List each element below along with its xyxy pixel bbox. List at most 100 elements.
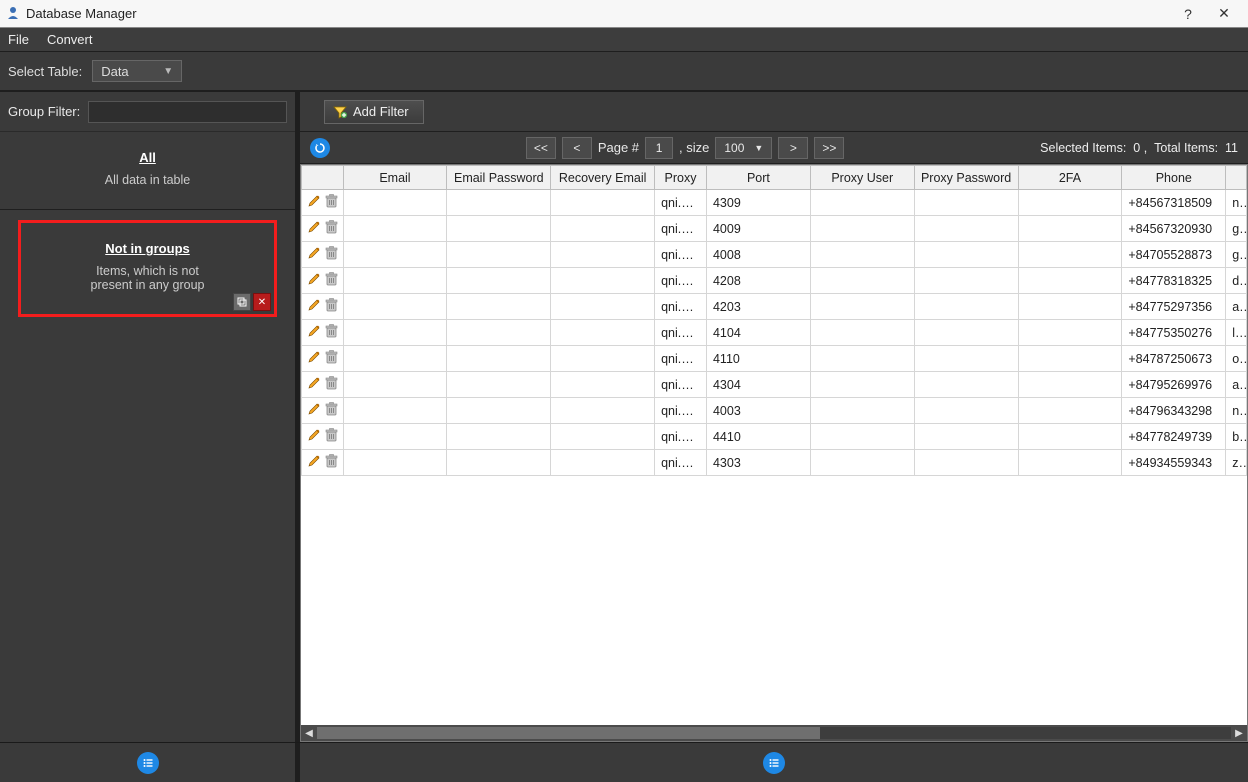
table-cell[interactable] — [1018, 320, 1122, 346]
table-cell[interactable] — [810, 424, 914, 450]
table-cell[interactable] — [1018, 190, 1122, 216]
table-row[interactable]: qni.d…4303+84934559343z20 — [302, 450, 1247, 476]
edit-icon[interactable] — [307, 194, 321, 211]
table-cell[interactable] — [447, 216, 551, 242]
trash-icon[interactable] — [325, 298, 338, 315]
table-row[interactable]: qni.d…4009+84567320930g4 — [302, 216, 1247, 242]
table-cell[interactable]: 4304 — [706, 372, 810, 398]
table-cell[interactable] — [551, 294, 655, 320]
table-row[interactable]: qni.d…4304+84795269976a9 — [302, 372, 1247, 398]
table-cell[interactable]: g4 — [1226, 216, 1247, 242]
table-cell[interactable]: qni.d… — [655, 190, 707, 216]
table-cell[interactable]: qni.d… — [655, 450, 707, 476]
trash-icon[interactable] — [325, 194, 338, 211]
table-cell[interactable]: qni.d… — [655, 346, 707, 372]
table-cell[interactable] — [343, 398, 447, 424]
table-cell[interactable]: 4208 — [706, 268, 810, 294]
table-cell[interactable]: 4003 — [706, 398, 810, 424]
table-row[interactable]: qni.d…4410+84778249739b6 — [302, 424, 1247, 450]
table-cell[interactable] — [343, 294, 447, 320]
table-cell[interactable] — [447, 190, 551, 216]
trash-icon[interactable] — [325, 246, 338, 263]
table-cell[interactable] — [447, 346, 551, 372]
table-cell[interactable] — [343, 372, 447, 398]
group-card-all[interactable]: All All data in table — [0, 132, 295, 210]
group-card-not-in-groups[interactable]: Not in groups Items, which is not presen… — [18, 220, 277, 317]
table-cell[interactable] — [447, 320, 551, 346]
trash-icon[interactable] — [325, 454, 338, 471]
trash-icon[interactable] — [325, 220, 338, 237]
table-cell[interactable] — [551, 268, 655, 294]
table-cell[interactable]: +84567320930 — [1122, 216, 1226, 242]
table-cell[interactable] — [551, 450, 655, 476]
trash-icon[interactable] — [325, 272, 338, 289]
table-cell[interactable] — [914, 216, 1018, 242]
table-cell[interactable] — [1018, 216, 1122, 242]
edit-icon[interactable] — [307, 220, 321, 237]
page-first-button[interactable]: << — [526, 137, 556, 159]
table-cell[interactable] — [914, 346, 1018, 372]
table-cell[interactable] — [343, 450, 447, 476]
edit-icon[interactable] — [307, 376, 321, 393]
table-cell[interactable]: qni.d… — [655, 242, 707, 268]
table-cell[interactable] — [551, 424, 655, 450]
table-cell[interactable]: qni.d… — [655, 398, 707, 424]
table-cell[interactable] — [343, 190, 447, 216]
edit-icon[interactable] — [307, 246, 321, 263]
table-cell[interactable]: +84796343298 — [1122, 398, 1226, 424]
table-cell[interactable] — [447, 424, 551, 450]
edit-icon[interactable] — [307, 298, 321, 315]
edit-icon[interactable] — [307, 454, 321, 471]
table-cell[interactable] — [810, 372, 914, 398]
table-cell[interactable]: 4009 — [706, 216, 810, 242]
footer-right-button[interactable] — [763, 752, 785, 774]
help-button[interactable]: ? — [1170, 6, 1206, 22]
delete-icon[interactable]: ✕ — [253, 293, 271, 311]
table-row[interactable]: qni.d…4208 +84778318325d5 — [302, 268, 1247, 294]
table-cell[interactable] — [1018, 398, 1122, 424]
column-header[interactable]: Email — [343, 166, 447, 190]
table-cell[interactable]: 4203 — [706, 294, 810, 320]
table-cell[interactable] — [914, 424, 1018, 450]
footer-left-button[interactable] — [137, 752, 159, 774]
table-cell[interactable] — [1018, 450, 1122, 476]
table-cell[interactable] — [343, 216, 447, 242]
edit-icon[interactable] — [307, 428, 321, 445]
table-cell[interactable]: d5 — [1226, 268, 1247, 294]
table-cell[interactable] — [914, 268, 1018, 294]
table-cell[interactable] — [914, 294, 1018, 320]
column-header[interactable] — [1226, 166, 1247, 190]
group-filter-input[interactable] — [88, 101, 287, 123]
table-cell[interactable] — [551, 190, 655, 216]
table-cell[interactable]: a9 — [1226, 294, 1247, 320]
table-cell[interactable]: +84778318325 — [1122, 268, 1226, 294]
column-header[interactable]: Phone — [1122, 166, 1226, 190]
table-cell[interactable]: +84934559343 — [1122, 450, 1226, 476]
table-cell[interactable] — [810, 268, 914, 294]
table-row[interactable]: qni.d…4003+84796343298n6 — [302, 398, 1247, 424]
scroll-left-icon[interactable]: ◀ — [301, 728, 317, 739]
table-cell[interactable] — [551, 372, 655, 398]
table-cell[interactable]: +84775297356 — [1122, 294, 1226, 320]
menu-file[interactable]: File — [8, 32, 29, 47]
table-cell[interactable] — [343, 242, 447, 268]
table-cell[interactable] — [810, 294, 914, 320]
table-cell[interactable]: qni.d… — [655, 268, 707, 294]
table-cell[interactable] — [914, 450, 1018, 476]
table-cell[interactable]: 4309 — [706, 190, 810, 216]
table-cell[interactable] — [447, 242, 551, 268]
table-cell[interactable] — [810, 450, 914, 476]
table-cell[interactable] — [1018, 346, 1122, 372]
column-header[interactable]: Proxy Password — [914, 166, 1018, 190]
table-cell[interactable] — [551, 346, 655, 372]
table-cell[interactable] — [914, 398, 1018, 424]
table-cell[interactable] — [914, 190, 1018, 216]
table-cell[interactable]: +84567318509 — [1122, 190, 1226, 216]
table-cell[interactable] — [447, 268, 551, 294]
table-cell[interactable]: z20 — [1226, 450, 1247, 476]
table-cell[interactable] — [1018, 268, 1122, 294]
trash-icon[interactable] — [325, 402, 338, 419]
table-cell[interactable]: n1 — [1226, 190, 1247, 216]
table-cell[interactable]: o8 — [1226, 346, 1247, 372]
table-cell[interactable]: +84778249739 — [1122, 424, 1226, 450]
